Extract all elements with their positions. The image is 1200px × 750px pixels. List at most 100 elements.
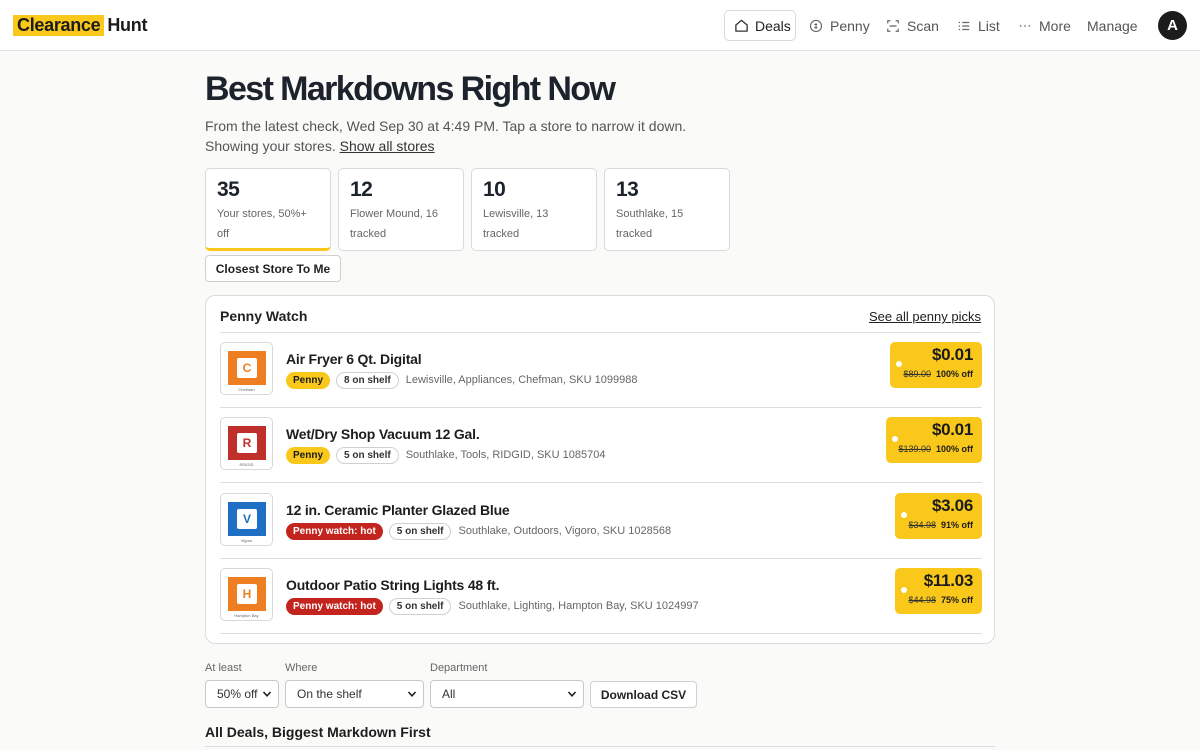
original-price: $44.98 <box>908 595 936 605</box>
stat-value: 12 <box>350 178 373 201</box>
shelf-count-badge: 5 on shelf <box>336 446 399 464</box>
item-meta: Penny watch: hot 5 on shelf Southlake, L… <box>286 597 699 615</box>
item-title: Air Fryer 6 Qt. Digital <box>286 351 422 367</box>
show-all-stores-link[interactable]: Show all stores <box>340 138 435 154</box>
price-tag: $11.03 $44.98 75% off <box>895 568 982 614</box>
nav-more-label: More <box>1039 17 1071 34</box>
original-price: $89.00 <box>903 369 931 379</box>
penny-item-row[interactable]: V Vigoro 12 in. Ceramic Planter Glazed B… <box>220 484 982 559</box>
sale-price: $0.01 <box>931 345 973 364</box>
penny-watch-hot-badge: Penny watch: hot <box>286 522 383 540</box>
chevron-down-icon <box>567 691 577 697</box>
coin-icon <box>808 18 824 34</box>
stat-value: 35 <box>217 178 240 201</box>
thumbnail-caption: Vigoro <box>240 538 253 543</box>
penny-watch-panel: Penny Watch See all penny picks C Chefma… <box>205 295 995 644</box>
thumbnail-caption: RIDGID <box>239 462 254 467</box>
brand-logo-square: H <box>228 577 266 611</box>
page-title: Best Markdowns Right Now <box>205 70 616 108</box>
shelf-count-badge: 5 on shelf <box>388 597 452 615</box>
stat-label: Flower Mound, 16 tracked <box>350 208 439 240</box>
brand-logo-text: Hunt <box>107 14 148 35</box>
penny-item-row[interactable]: C Chefman Air Fryer 6 Qt. Digital Penny … <box>220 333 982 408</box>
nav-more-button[interactable]: More <box>1017 10 1071 41</box>
department-select[interactable]: All <box>430 680 584 708</box>
chevron-down-icon <box>262 691 272 697</box>
price-details: $34.98 91% off <box>908 520 973 530</box>
nav-manage-label: Manage <box>1087 17 1138 34</box>
all-deals-heading: All Deals, Biggest Markdown First <box>205 724 431 740</box>
tag-hole <box>896 361 902 367</box>
nav-manage-link[interactable]: Manage <box>1087 10 1138 41</box>
tag-hole <box>901 587 907 593</box>
brand-logo-square: V <box>228 502 266 536</box>
where-select[interactable]: On the shelf <box>285 680 424 708</box>
stat-card-your-stores[interactable]: 35 Your stores, 50%+ off <box>205 168 331 251</box>
penny-watch-hot-badge: Penny watch: hot <box>286 597 383 615</box>
nav-list-label: List <box>978 17 1000 34</box>
tag-hole <box>892 436 898 442</box>
showing-stores-label: Showing your stores. <box>205 138 336 154</box>
top-navigation-bar: Clearance Hunt Deals Penny Scan List Mor… <box>0 0 1200 51</box>
department-label: Department <box>430 662 488 674</box>
item-title: Wet/Dry Shop Vacuum 12 Gal. <box>286 426 480 442</box>
brand-logo-letter: V <box>237 509 257 529</box>
price-tag: $0.01 $89.00 100% off <box>890 342 982 388</box>
brand-logo[interactable]: Clearance Hunt <box>13 14 147 36</box>
item-details: Southlake, Outdoors, Vigoro, SKU 1028568 <box>458 525 672 537</box>
sale-price: $0.01 <box>931 420 973 439</box>
brand-logo-letter: C <box>237 358 257 378</box>
product-thumbnail: V Vigoro <box>220 493 273 546</box>
product-thumbnail: C Chefman <box>220 342 273 395</box>
penny-badge: Penny <box>286 371 331 389</box>
original-price: $34.98 <box>908 520 936 530</box>
price-tag: $3.06 $34.98 91% off <box>895 493 982 539</box>
penny-badge: Penny <box>286 446 331 464</box>
percent-off: 75% off <box>940 595 973 605</box>
nav-deals-button[interactable]: Deals <box>724 10 796 41</box>
where-value: On the shelf <box>297 687 362 701</box>
product-thumbnail: R RIDGID <box>220 417 273 470</box>
min-discount-value: 50% off <box>217 687 258 701</box>
penny-item-row[interactable]: R RIDGID Wet/Dry Shop Vacuum 12 Gal. Pen… <box>220 408 982 483</box>
original-price: $139.00 <box>898 444 931 454</box>
stat-card-southlake[interactable]: 13 Southlake, 15 tracked <box>604 168 730 251</box>
price-details: $44.98 75% off <box>908 595 973 605</box>
download-csv-button[interactable]: Download CSV <box>590 681 697 708</box>
nav-scan-button[interactable]: Scan <box>885 10 939 41</box>
nav-scan-label: Scan <box>907 17 939 34</box>
sale-price: $3.06 <box>931 496 973 515</box>
where-label: Where <box>285 662 318 674</box>
item-details: Lewisville, Appliances, Chefman, SKU 109… <box>405 374 638 386</box>
nav-penny-button[interactable]: Penny <box>808 10 870 41</box>
item-meta: Penny 5 on shelf Southlake, Tools, RIDGI… <box>286 446 605 464</box>
stat-label: Lewisville, 13 tracked <box>483 208 549 240</box>
price-details: $89.00 100% off <box>903 369 973 379</box>
stat-value: 10 <box>483 178 506 201</box>
thumbnail-caption: Hampton Bay <box>234 613 259 618</box>
brand-logo-letter: R <box>237 433 257 453</box>
stat-value: 13 <box>616 178 639 201</box>
stat-card-lewisville[interactable]: 10 Lewisville, 13 tracked <box>471 168 597 251</box>
stat-card-flower-mound[interactable]: 12 Flower Mound, 16 tracked <box>338 168 464 251</box>
min-discount-select[interactable]: 50% off <box>205 680 279 708</box>
sale-price: $11.03 <box>923 571 974 590</box>
percent-off: 100% off <box>935 444 973 454</box>
penny-item-row[interactable]: H Hampton Bay Outdoor Patio String Light… <box>220 559 982 634</box>
penny-watch-title: Penny Watch <box>220 308 308 324</box>
nav-list-button[interactable]: List <box>956 10 1000 41</box>
product-thumbnail: H Hampton Bay <box>220 568 273 621</box>
item-meta: Penny watch: hot 5 on shelf Southlake, O… <box>286 522 671 540</box>
item-meta: Penny 8 on shelf Lewisville, Appliances,… <box>286 371 637 389</box>
closest-store-button[interactable]: Closest Store To Me <box>205 255 341 282</box>
item-title: 12 in. Ceramic Planter Glazed Blue <box>286 502 510 518</box>
user-avatar[interactable]: A <box>1158 11 1187 40</box>
nav-penny-label: Penny <box>830 17 870 34</box>
page-subtitle: From the latest check, Wed Sep 30 at 4:4… <box>205 118 687 134</box>
item-details: Southlake, Tools, RIDGID, SKU 1085704 <box>405 449 606 461</box>
item-details: Southlake, Lighting, Hampton Bay, SKU 10… <box>458 600 699 612</box>
tag-hole <box>901 512 907 518</box>
percent-off: 91% off <box>940 520 973 530</box>
see-all-penny-picks-link[interactable]: See all penny picks <box>869 309 981 324</box>
brand-logo-square: R <box>228 426 266 460</box>
